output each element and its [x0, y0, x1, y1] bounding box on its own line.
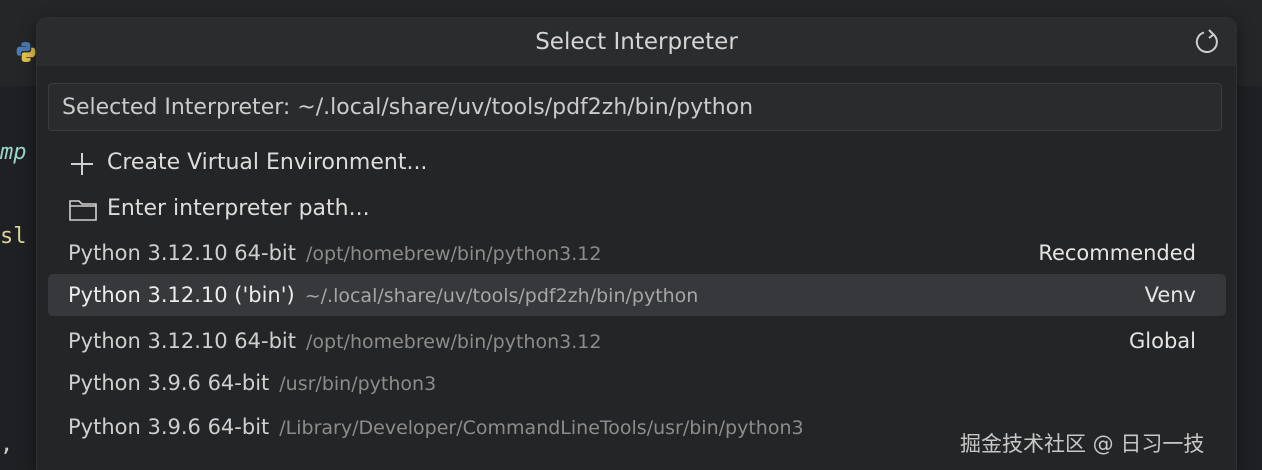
interpreter-path: /Library/Developer/CommandLineTools/usr/… [279, 417, 804, 439]
interpreter-quick-pick: Select Interpreter Selected Interpreter:… [37, 18, 1236, 470]
interpreter-name: Python 3.12.10 64-bit/opt/homebrew/bin/p… [68, 329, 602, 353]
interpreter-filter-input[interactable]: Selected Interpreter: ~/.local/share/uv/… [48, 83, 1222, 131]
interpreter-badge: Venv [1144, 283, 1196, 307]
interpreter-name: Python 3.9.6 64-bit/usr/bin/python3 [68, 371, 437, 395]
interpreter-badge: Recommended [1038, 241, 1196, 265]
code-fragment: sl [0, 224, 27, 249]
interpreter-item-active[interactable]: Python 3.12.10 ('bin') ~/.local/share/uv/… [48, 274, 1226, 316]
item-label: Enter interpreter path... [107, 196, 370, 221]
interpreter-name: Python 3.9.6 64-bit/Library/Developer/Co… [68, 415, 804, 439]
code-fragment: mp [0, 140, 27, 165]
interpreter-badge: Global [1129, 329, 1196, 353]
plus-icon [71, 153, 93, 175]
interpreter-name: Python 3.12.10 ('bin') ~/.local/share/uv/… [68, 283, 699, 307]
quick-pick-title: Select Interpreter [535, 29, 738, 55]
item-label: Create Virtual Environment... [107, 150, 428, 175]
interpreter-path: /opt/homebrew/bin/python3.12 [306, 243, 602, 265]
interpreter-item[interactable]: Python 3.12.10 64-bit/opt/homebrew/bin/p… [48, 232, 1226, 274]
python-icon[interactable] [14, 40, 38, 64]
refresh-icon[interactable] [1192, 27, 1222, 57]
interpreter-item[interactable]: Python 3.12.10 64-bit/opt/homebrew/bin/p… [48, 320, 1226, 362]
interpreter-path: ~/.local/share/uv/tools/pdf2zh/bin/pytho… [304, 285, 699, 307]
quick-pick-header: Select Interpreter [37, 18, 1236, 66]
interpreter-path: /opt/homebrew/bin/python3.12 [306, 331, 602, 353]
watermark: 掘金技术社区 @ 日习一技 [960, 432, 1205, 456]
enter-interpreter-path-item[interactable]: Enter interpreter path... [48, 188, 1226, 230]
interpreter-item[interactable]: Python 3.9.6 64-bit/usr/bin/python3 [48, 362, 1226, 404]
interpreter-name: Python 3.12.10 64-bit/opt/homebrew/bin/p… [68, 241, 602, 265]
create-virtual-environment-item[interactable]: Create Virtual Environment... [48, 142, 1226, 184]
input-value: Selected Interpreter: ~/.local/share/uv/… [62, 95, 754, 120]
code-fragment: , [0, 432, 14, 457]
interpreter-path: /usr/bin/python3 [279, 373, 437, 395]
folder-icon [69, 200, 97, 221]
